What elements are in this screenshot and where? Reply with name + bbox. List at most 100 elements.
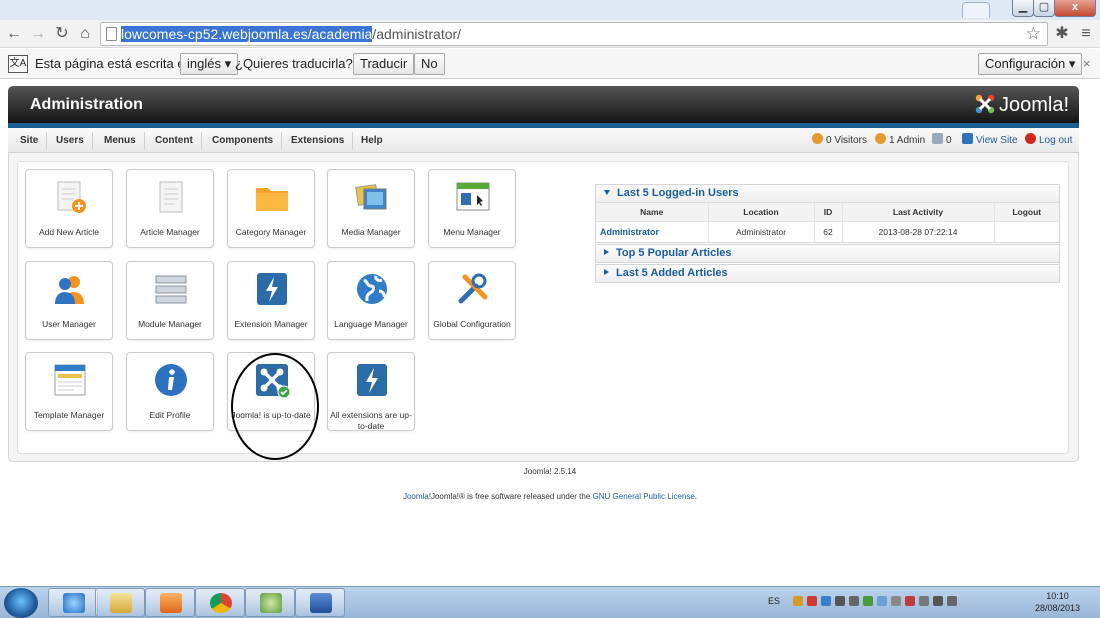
signal-icon[interactable] [933, 596, 943, 606]
minimize-button[interactable]: ▁ [1012, 0, 1034, 17]
quick-icon-label: Article Manager [140, 227, 200, 237]
add-article-icon [57, 181, 86, 213]
quick-icon-label: Language Manager [334, 319, 408, 329]
license-suffix: . [694, 492, 698, 501]
new-tab-button[interactable] [962, 2, 990, 18]
menu-content[interactable]: Content [147, 132, 202, 149]
input-language[interactable]: ES [768, 596, 780, 606]
quick-icon-language-manager[interactable]: Language Manager [327, 261, 415, 340]
language-select[interactable]: inglés ▾ [180, 53, 239, 75]
logout-link[interactable]: Log out [1025, 133, 1072, 148]
user-name-link[interactable]: Administrator [596, 221, 709, 242]
visitors-status: 0 Visitors [812, 133, 867, 148]
messages-status[interactable]: 0 [932, 133, 952, 148]
gpl-link[interactable]: GNU General Public License [593, 492, 695, 501]
quick-icon-label: Module Manager [138, 319, 202, 329]
tray-icon[interactable] [793, 596, 803, 606]
speaker-icon[interactable] [947, 596, 957, 606]
quick-icon-extension-update[interactable]: All extensions are up-to-date [327, 352, 415, 431]
joomla-logo-text: Joomla! [998, 94, 1069, 116]
visitors-count: 0 Visitors [826, 135, 867, 146]
forward-icon[interactable]: → [28, 24, 48, 44]
translate-button[interactable]: Traducir [353, 53, 415, 75]
quick-icon-menu-manager[interactable]: Menu Manager [428, 169, 516, 248]
bookmark-star-icon[interactable]: ☆ [1026, 23, 1041, 45]
page-icon [106, 27, 117, 41]
tray-icon[interactable] [821, 596, 831, 606]
extension-puzzle-icon[interactable]: ✱ [1052, 24, 1072, 44]
quick-icon-add-new-article[interactable]: Add New Article [25, 169, 113, 248]
taskbar-chrome[interactable] [195, 588, 245, 617]
taskbar-word[interactable] [295, 588, 345, 617]
quick-icon-extension-manager[interactable]: Extension Manager [227, 261, 315, 340]
chrome-icon [210, 593, 232, 613]
menu-icon [456, 182, 490, 211]
system-clock[interactable]: 10:10 28/08/2013 [1035, 590, 1080, 614]
back-icon[interactable]: ← [4, 24, 24, 44]
translate-settings-button[interactable]: Configuración ▾ [978, 53, 1083, 75]
quick-icon-article-manager[interactable]: Article Manager [126, 169, 214, 248]
admin-title: Administration [30, 96, 143, 113]
logout-label: Log out [1039, 135, 1073, 146]
module-title-logged-in: Last 5 Logged-in Users [617, 187, 739, 199]
quick-icon-label: All extensions are up-to-date [330, 410, 412, 431]
no-translate-button[interactable]: No [414, 53, 445, 75]
globe-icon [357, 274, 387, 304]
volume-icon[interactable] [849, 596, 859, 606]
close-translate-icon[interactable]: × [1083, 49, 1091, 79]
menu-users[interactable]: Users [48, 132, 93, 149]
taskbar-explorer[interactable] [95, 588, 145, 617]
template-icon [54, 364, 86, 396]
close-button[interactable]: x [1054, 0, 1096, 17]
start-button[interactable] [4, 588, 38, 618]
tray-icon[interactable] [891, 596, 901, 606]
menu-help[interactable]: Help [353, 132, 391, 149]
menu-components[interactable]: Components [204, 132, 283, 149]
taskbar-network[interactable] [245, 588, 295, 617]
module-header-logged-in[interactable]: Last 5 Logged-in Users [596, 185, 1059, 202]
tray-icon[interactable] [905, 596, 915, 606]
taskbar-ie[interactable] [48, 588, 98, 617]
module-added-articles: Last 5 Added Articles [595, 264, 1060, 283]
quick-icon-template-manager[interactable]: Template Manager [25, 352, 113, 431]
quick-icon-user-manager[interactable]: User Manager [25, 261, 113, 340]
translate-settings-label: Configuración [985, 56, 1066, 71]
tray-icon[interactable] [919, 596, 929, 606]
menu-menus[interactable]: Menus [96, 132, 145, 149]
taskbar-media[interactable] [145, 588, 195, 617]
tray-icon[interactable] [863, 596, 873, 606]
home-icon[interactable]: ⌂ [75, 24, 95, 44]
tray-icons [793, 596, 961, 608]
system-tray: ES 10:10 28/08/2013 [760, 587, 1100, 618]
maximize-button[interactable]: ▢ [1033, 0, 1055, 17]
logged-in-users-table: Name Location ID Last Activity Logout Ad… [596, 202, 1059, 242]
language-select-label: inglés [187, 56, 221, 71]
menu-site[interactable]: Site [12, 132, 48, 149]
windows-taskbar: ES 10:10 28/08/2013 [0, 586, 1100, 618]
quick-icon-label: Add New Article [39, 227, 99, 237]
quick-icon-edit-profile[interactable]: Edit Profile [126, 352, 214, 431]
tray-icon[interactable] [835, 596, 845, 606]
quick-icon-global-configuration[interactable]: Global Configuration [428, 261, 516, 340]
column-location: Location [708, 202, 815, 222]
user-logout[interactable] [994, 221, 1059, 242]
reload-icon[interactable]: ↻ [52, 24, 72, 44]
joomla-link[interactable]: Joomla! [403, 492, 431, 501]
column-logout: Logout [994, 202, 1059, 222]
quick-icon-module-manager[interactable]: Module Manager [126, 261, 214, 340]
user-last-activity: 2013-08-28 07:22:14 [842, 221, 995, 242]
tray-icon[interactable] [807, 596, 817, 606]
quick-icon-category-manager[interactable]: Category Manager [227, 169, 315, 248]
view-site-link[interactable]: View Site [962, 133, 1018, 148]
tray-icon[interactable] [877, 596, 887, 606]
module-header-added[interactable]: Last 5 Added Articles [596, 265, 1059, 282]
joomla-logo: Joomla! [974, 93, 1069, 117]
translate-bar: 文A Esta página está escrita en inglés ▾ … [0, 49, 1100, 79]
module-header-popular[interactable]: Top 5 Popular Articles [596, 245, 1059, 262]
menu-extensions[interactable]: Extensions [283, 132, 354, 149]
quick-icon-media-manager[interactable]: Media Manager [327, 169, 415, 248]
admins-icon [875, 133, 886, 144]
logout-icon [1025, 133, 1036, 144]
menu-icon[interactable]: ≡ [1076, 24, 1096, 44]
address-bar[interactable]: lowcomes-cp52.webjoomla.es/academia/admi… [100, 22, 1048, 46]
